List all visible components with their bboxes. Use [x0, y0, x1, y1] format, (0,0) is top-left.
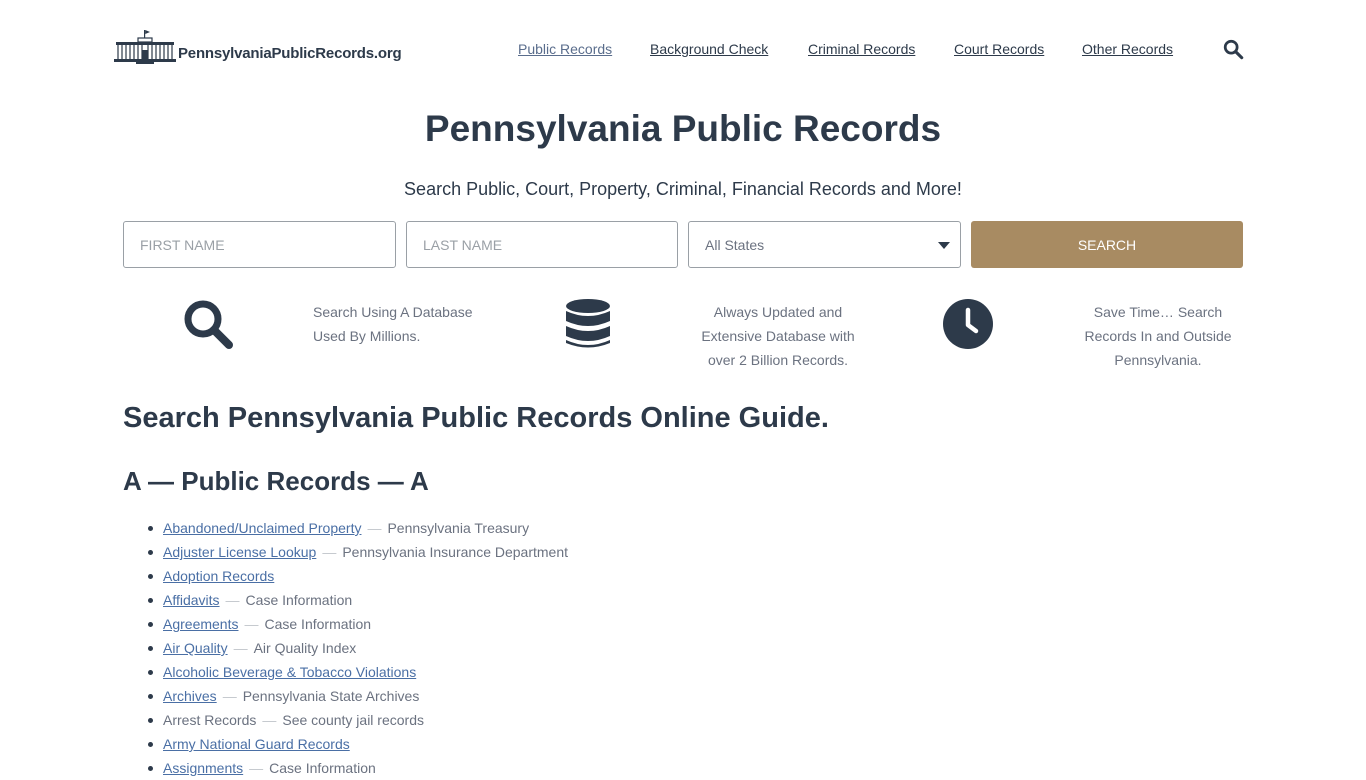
- record-link[interactable]: Air Quality: [163, 640, 228, 656]
- separator: —: [233, 640, 248, 656]
- record-link[interactable]: Assignments: [163, 760, 243, 776]
- record-link[interactable]: Army National Guard Records: [163, 736, 350, 752]
- record-desc: Pennsylvania Insurance Department: [342, 544, 569, 560]
- state-select[interactable]: All States: [688, 221, 961, 268]
- record-link[interactable]: Alcoholic Beverage & Tobacco Violations: [163, 664, 416, 680]
- nav-background-check[interactable]: Background Check: [650, 41, 768, 57]
- list-item: Army National Guard Records: [147, 732, 568, 756]
- page-title: Pennsylvania Public Records: [424, 108, 942, 149]
- magnifier-icon: [184, 300, 233, 349]
- record-desc: Case Information: [264, 616, 372, 632]
- list-item: Affidavits — Case Information: [147, 588, 568, 612]
- record-link[interactable]: Archives: [163, 688, 217, 704]
- nav-criminal-records[interactable]: Criminal Records: [808, 41, 915, 57]
- database-icon: [566, 299, 610, 348]
- record-link[interactable]: Abandoned/Unclaimed Property: [163, 520, 361, 536]
- list-item: Adjuster License Lookup — Pennsylvania Ins…: [147, 540, 569, 564]
- nav-court-records[interactable]: Court Records: [954, 41, 1044, 57]
- list-item: Assignments — Case Information: [147, 756, 568, 780]
- list-item: Arrest Records — See county jail records: [147, 708, 568, 732]
- section-title: A — Public Records — A: [123, 466, 429, 496]
- record-desc: Pennsylvania Treasury: [387, 520, 530, 536]
- separator: —: [367, 520, 382, 536]
- record-link[interactable]: Adjuster License Lookup: [163, 544, 316, 560]
- record-desc: See county jail records: [282, 712, 424, 728]
- separator: —: [222, 688, 237, 704]
- record-desc: Pennsylvania State Archives: [242, 688, 420, 704]
- list-item: Agreements — Case Information: [147, 612, 568, 636]
- record-label: Arrest Records: [163, 712, 257, 728]
- page-subtitle: Search Public, Court, Property, Criminal…: [404, 179, 962, 199]
- feature-text-save-time: Save Time… Search Records In and Outside…: [1084, 304, 1232, 368]
- record-link[interactable]: Affidavits: [163, 592, 220, 608]
- list-item: Adoption Records: [147, 564, 568, 588]
- nav-public-records[interactable]: Public Records: [518, 41, 612, 57]
- caret-down-icon: [938, 242, 950, 249]
- separator: —: [249, 760, 264, 776]
- nav-other-records[interactable]: Other Records: [1082, 41, 1173, 57]
- list-item: Air Quality — Air Quality Index: [147, 636, 568, 660]
- main-nav: Public Records Background Check Criminal…: [0, 41, 1366, 61]
- feature-text-search: Search Using A Database Used By Millions…: [313, 304, 473, 344]
- records-list: Abandoned/Unclaimed Property — Pennsylvani…: [147, 516, 569, 780]
- guide-title: Search Pennsylvania Public Records Onlin…: [123, 402, 829, 434]
- search-button[interactable]: SEARCH: [971, 221, 1243, 268]
- record-link[interactable]: Adoption Records: [163, 568, 274, 584]
- first-name-input[interactable]: [123, 221, 396, 268]
- record-desc: Case Information: [245, 592, 353, 608]
- separator: —: [322, 544, 337, 560]
- site-header: PennsylvaniaPublicRecords.org Public Rec…: [0, 0, 1366, 100]
- separator: —: [262, 712, 277, 728]
- list-item: Abandoned/Unclaimed Property — Pennsylvani…: [147, 516, 568, 540]
- separator: —: [244, 616, 259, 632]
- list-item: Alcoholic Beverage & Tobacco Violations: [147, 660, 568, 684]
- list-item: Archives — Pennsylvania State Archives: [147, 684, 568, 708]
- state-select-value: All States: [705, 236, 765, 253]
- separator: —: [225, 592, 240, 608]
- record-desc: Air Quality Index: [253, 640, 357, 656]
- record-desc: Case Information: [269, 760, 376, 776]
- search-icon[interactable]: [1222, 38, 1244, 60]
- last-name-input[interactable]: [406, 221, 678, 268]
- clock-icon: [943, 299, 993, 349]
- record-link[interactable]: Agreements: [163, 616, 238, 632]
- feature-text-database: Always Updated and Extensive Database wi…: [701, 304, 855, 368]
